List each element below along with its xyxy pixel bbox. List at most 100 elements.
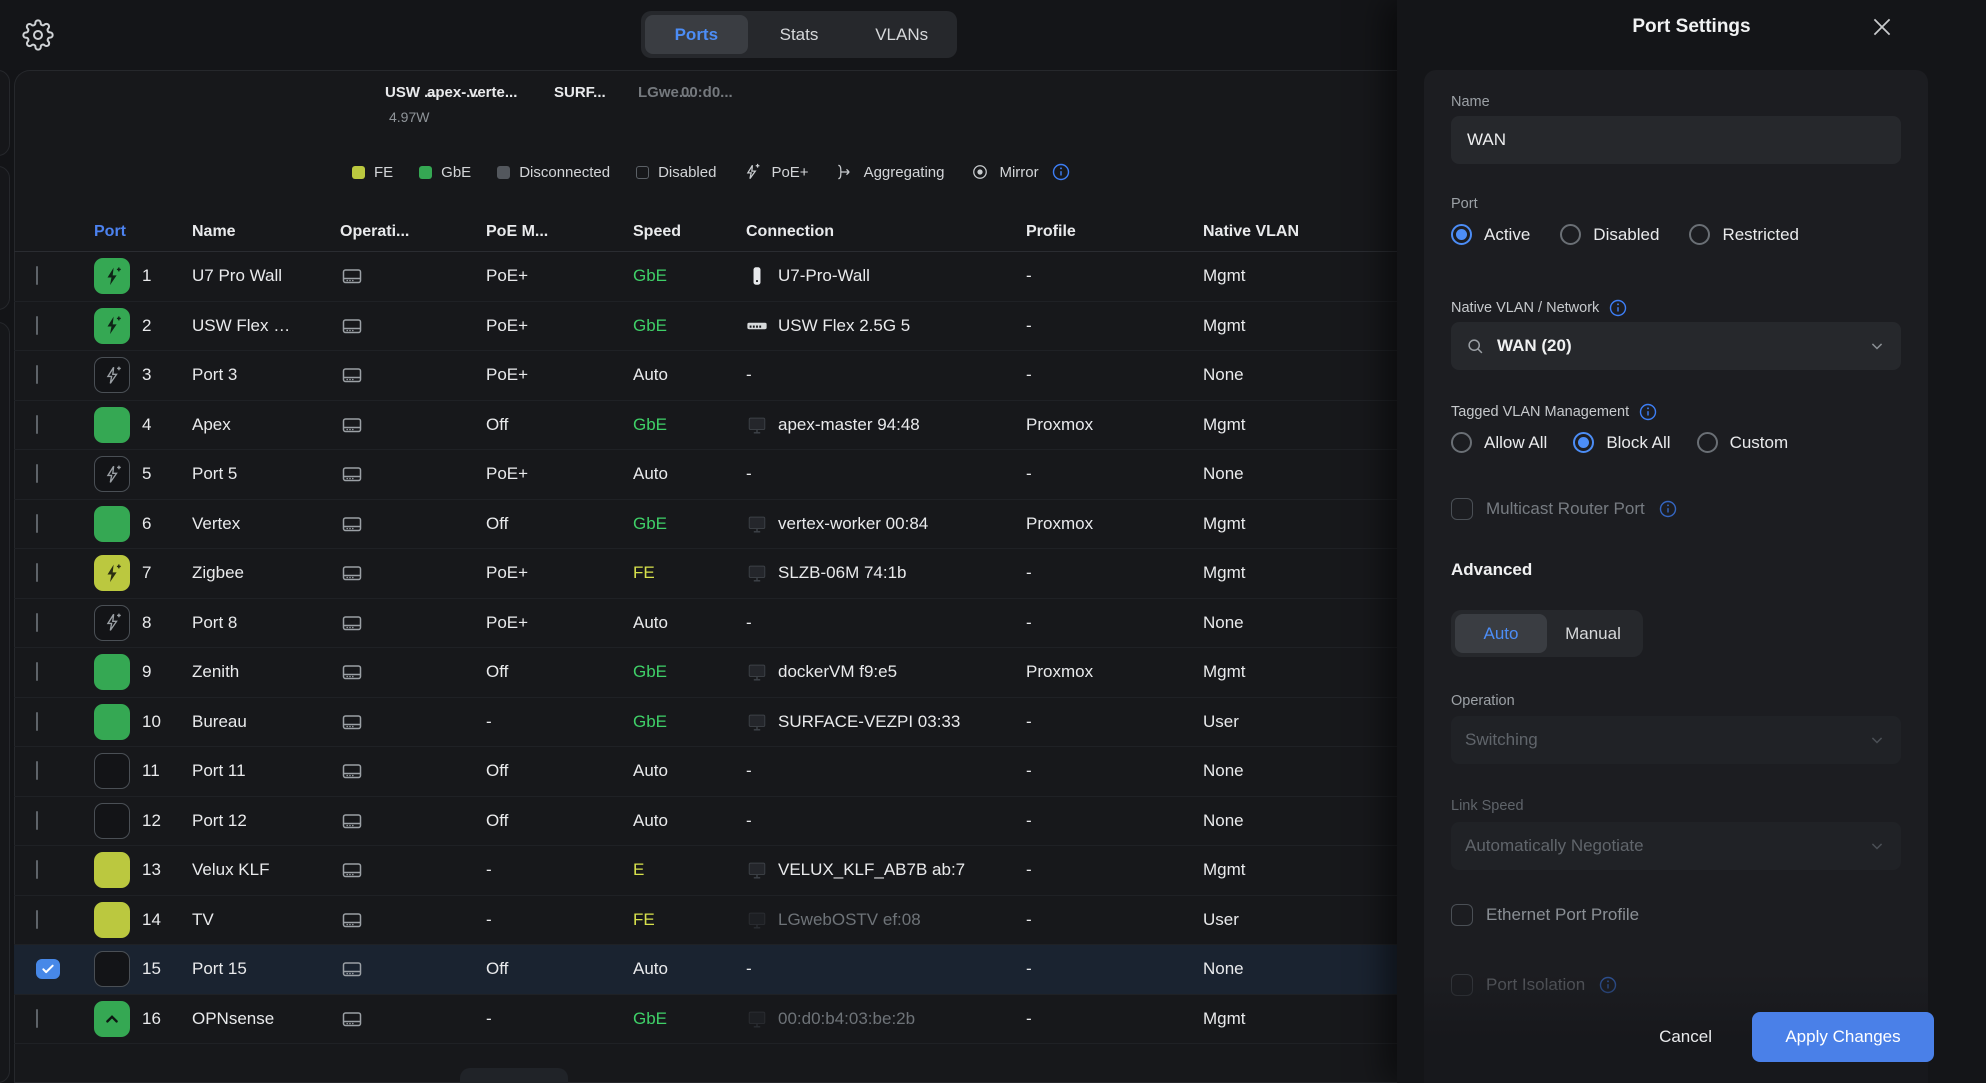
connection-device-icon (746, 909, 768, 931)
speed: FE (633, 563, 746, 583)
column-header-operation[interactable]: Operati... (340, 223, 486, 241)
row-checkbox[interactable] (36, 811, 38, 830)
operation-switching-icon (340, 512, 364, 536)
view-tabs: Ports Stats VLANs (641, 11, 957, 58)
poe-mode: PoE+ (486, 266, 633, 286)
row-checkbox[interactable] (36, 959, 60, 979)
port-number: 10 (142, 712, 192, 732)
row-checkbox[interactable] (36, 712, 38, 731)
toggle-manual[interactable]: Manual (1547, 614, 1639, 653)
legend-info-icon[interactable] (1051, 162, 1071, 182)
poe-lightning-icon (742, 162, 762, 182)
port-number: 15 (142, 959, 192, 979)
column-header-name[interactable]: Name (192, 223, 340, 241)
port-status-icon (94, 753, 130, 789)
apply-changes-button[interactable]: Apply Changes (1752, 1012, 1934, 1062)
radio-disabled[interactable]: Disabled (1560, 224, 1659, 245)
port-status-icon (94, 654, 130, 690)
link-speed-select[interactable]: Automatically Negotiate (1451, 822, 1901, 870)
toggle-auto[interactable]: Auto (1455, 614, 1547, 653)
checkbox (1451, 904, 1473, 926)
radio-active[interactable]: Active (1451, 224, 1530, 245)
connection: SLZB-06M 74:1b (746, 562, 1026, 584)
disconnected-swatch (497, 166, 510, 179)
row-checkbox[interactable] (36, 910, 38, 929)
port-status-icon (94, 407, 130, 443)
row-checkbox[interactable] (36, 415, 38, 434)
device-label: SURF... (554, 84, 606, 101)
row-checkbox[interactable] (36, 761, 38, 780)
row-checkbox[interactable] (36, 316, 38, 335)
aggregating-icon (835, 162, 855, 182)
name-input[interactable]: WAN (1451, 116, 1901, 164)
pagination-button-partial[interactable] (460, 1068, 568, 1083)
row-checkbox[interactable] (36, 365, 38, 384)
poe-mode: - (486, 712, 633, 732)
radio-dot (1697, 432, 1718, 453)
row-checkbox[interactable] (36, 1009, 38, 1028)
connection: apex-master 94:48 (746, 414, 1026, 436)
cancel-button[interactable]: Cancel (1659, 1027, 1712, 1047)
row-checkbox[interactable] (36, 514, 38, 533)
port-name: Port 12 (192, 811, 340, 831)
port-status-icon (94, 1001, 130, 1037)
poe-mode: Off (486, 811, 633, 831)
speed: Auto (633, 761, 746, 781)
radio-block-all[interactable]: Block All (1573, 432, 1670, 453)
row-checkbox[interactable] (36, 563, 38, 582)
gear-icon[interactable] (22, 19, 54, 51)
port-settings-panel: Port Settings Name WAN Port Active Disab… (1397, 0, 1986, 1083)
poe-mode: - (486, 860, 633, 880)
row-checkbox[interactable] (36, 266, 38, 285)
radio-restricted[interactable]: Restricted (1689, 224, 1799, 245)
background-card-edge (0, 322, 10, 1083)
operation-switching-icon (340, 363, 364, 387)
radio-custom[interactable]: Custom (1697, 432, 1789, 453)
column-header-connection[interactable]: Connection (746, 223, 1026, 241)
radio-dot (1560, 224, 1581, 245)
native-vlan-info-icon[interactable] (1608, 298, 1628, 318)
row-checkbox[interactable] (36, 860, 38, 879)
port-number: 4 (142, 415, 192, 435)
column-header-speed[interactable]: Speed (633, 223, 746, 241)
ethernet-port-profile-checkbox[interactable]: Ethernet Port Profile (1451, 904, 1639, 926)
poe-mode: Off (486, 662, 633, 682)
poe-mode: PoE+ (486, 316, 633, 336)
poe-power-draw: 4.97W (389, 109, 429, 125)
port-status-icon (94, 803, 130, 839)
port-name: Apex (192, 415, 340, 435)
legend-mirror: Mirror (970, 162, 1038, 182)
tab-vlans[interactable]: VLANs (850, 15, 953, 54)
operation-switching-icon (340, 809, 364, 833)
poe-mode: PoE+ (486, 365, 633, 385)
radio-allow-all[interactable]: Allow All (1451, 432, 1547, 453)
port-number: 8 (142, 613, 192, 633)
native-vlan-label-row: Native VLAN / Network (1451, 298, 1628, 318)
speed: FE (633, 910, 746, 930)
port-name: Zenith (192, 662, 340, 682)
checkbox (1451, 498, 1473, 520)
speed: GbE (633, 1009, 746, 1029)
tab-stats[interactable]: Stats (748, 15, 851, 54)
operation-switching-icon (340, 264, 364, 288)
port-name: Velux KLF (192, 860, 340, 880)
connection-device-icon (746, 562, 768, 584)
port-name: USW Flex … (192, 316, 340, 336)
tab-ports[interactable]: Ports (645, 15, 748, 54)
close-icon[interactable] (1869, 14, 1895, 40)
connection: SURFACE-VEZPI 03:33 (746, 711, 1026, 733)
column-header-poe-mode[interactable]: PoE M... (486, 223, 633, 241)
operation-select[interactable]: Switching (1451, 716, 1901, 764)
multicast-info-icon[interactable] (1658, 499, 1678, 519)
row-checkbox[interactable] (36, 662, 38, 681)
row-checkbox[interactable] (36, 464, 38, 483)
multicast-router-port-checkbox[interactable]: Multicast Router Port (1451, 498, 1678, 520)
row-checkbox[interactable] (36, 613, 38, 632)
port-name: Port 15 (192, 959, 340, 979)
column-header-port[interactable]: Port (94, 223, 192, 241)
chevron-down-icon (1867, 730, 1887, 750)
port-name: TV (192, 910, 340, 930)
native-vlan-select[interactable]: WAN (20) (1451, 322, 1901, 370)
tagged-vlan-info-icon[interactable] (1638, 402, 1658, 422)
column-header-profile[interactable]: Profile (1026, 223, 1203, 241)
